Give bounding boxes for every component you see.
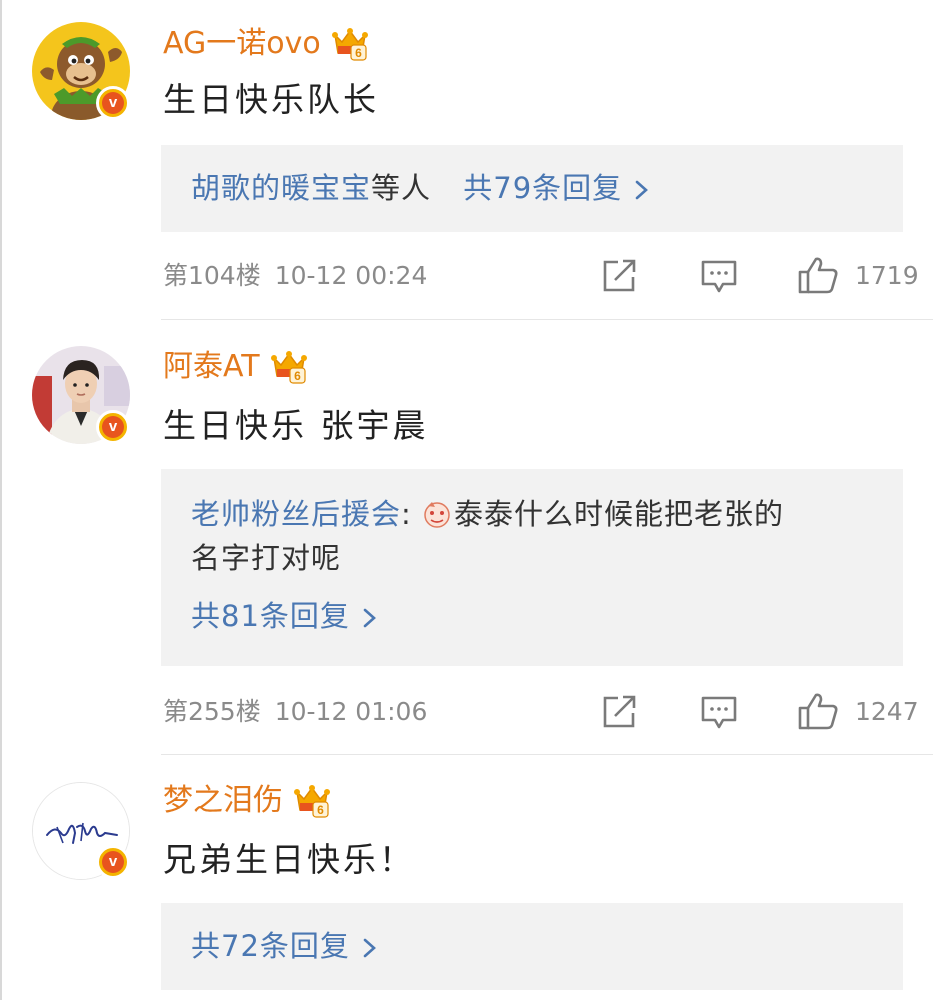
comment-icon — [701, 696, 737, 729]
svg-text:6: 6 — [355, 46, 362, 60]
vip-crown-icon: 6 — [331, 25, 369, 63]
username[interactable]: AG一诺ovo 6 — [163, 24, 369, 64]
timestamp: 10-12 01:06 — [274, 697, 428, 726]
username[interactable]: 阿泰AT 6 — [163, 347, 308, 387]
reply-count-link[interactable]: 共81条回复 — [191, 599, 350, 633]
reply-count-link[interactable]: 共72条回复 — [191, 929, 350, 963]
like-button[interactable] — [797, 255, 839, 295]
chevron-right-icon — [363, 938, 376, 958]
reply-separator: : — [401, 497, 412, 531]
reply-preview-box[interactable]: 老帅粉丝后援会: 泰泰什么时候能把老张的 名字打对呢 共81条回复 — [161, 469, 903, 666]
comment-meta: 第104楼 10-12 00:24 — [163, 259, 427, 293]
comment-text: 生日快乐队长 — [163, 80, 379, 119]
reply-user-link[interactable]: 胡歌的暖宝宝 — [191, 171, 371, 205]
emoji-icon — [424, 502, 450, 528]
svg-text:6: 6 — [294, 369, 301, 383]
like-button[interactable] — [797, 691, 839, 731]
thumbs-up-icon — [798, 693, 838, 730]
comment-text: 生日快乐 张宇晨 — [163, 406, 429, 445]
comment-item: v 梦之泪伤 6 兄弟生日快乐！ 共72条回复 — [0, 755, 933, 1000]
reply-preview-box[interactable]: 胡歌的暖宝宝等人 共79条回复 — [161, 145, 903, 232]
comment-meta: 第255楼 10-12 01:06 — [163, 695, 427, 729]
verified-badge-icon: v — [96, 845, 130, 879]
share-button[interactable] — [601, 694, 639, 730]
username[interactable]: 梦之泪伤 6 — [163, 781, 331, 821]
vip-crown-icon: 6 — [293, 782, 331, 820]
verified-badge-icon: v — [96, 410, 130, 444]
reply-preview-box[interactable]: 共72条回复 — [161, 903, 903, 990]
comment-button[interactable] — [700, 695, 738, 731]
comment-button[interactable] — [700, 259, 738, 295]
share-button[interactable] — [601, 258, 639, 294]
verified-badge-icon: v — [96, 86, 130, 120]
reply-suffix: 等人 — [371, 171, 432, 205]
thumbs-up-icon — [798, 257, 838, 294]
vip-crown-icon: 6 — [270, 348, 308, 386]
floor-number: 第104楼 — [163, 261, 261, 290]
reply-text: 名字打对呢 — [191, 541, 342, 575]
comment-item: v AG一诺ovo 6 生日快乐队长 胡歌的暖宝宝等人 共79条回复 第104楼… — [0, 0, 933, 320]
comment-text: 兄弟生日快乐！ — [163, 840, 415, 879]
timestamp: 10-12 00:24 — [274, 261, 428, 290]
comment-item: v 阿泰AT 6 生日快乐 张宇晨 老帅粉丝后援会: 泰泰什么时候能把老张的 名… — [0, 320, 933, 754]
chevron-right-icon — [363, 608, 376, 628]
share-icon — [603, 695, 636, 728]
floor-number: 第255楼 — [163, 697, 261, 726]
like-count: 1719 — [855, 261, 919, 290]
chevron-right-icon — [635, 180, 649, 200]
like-count: 1247 — [855, 697, 919, 726]
reply-text: 泰泰什么时候能把老张的 — [454, 497, 785, 531]
reply-user-link[interactable]: 老帅粉丝后援会 — [191, 497, 401, 531]
reply-count-link[interactable]: 共79条回复 — [463, 171, 622, 205]
svg-text:6: 6 — [317, 803, 324, 817]
comment-icon — [701, 260, 737, 293]
share-icon — [603, 259, 636, 292]
